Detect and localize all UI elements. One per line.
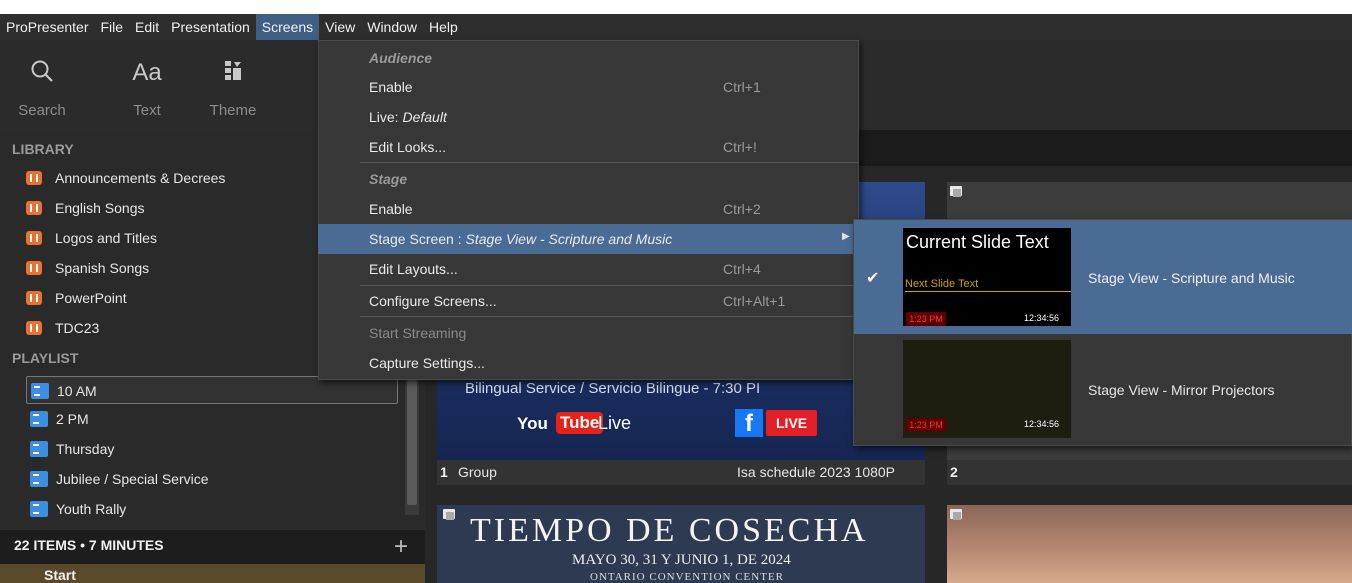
playlist-item[interactable]: Thursday (26, 435, 398, 463)
youtube-logo-you: You (517, 414, 548, 433)
preview-clock-red: 1:23 PM (906, 418, 946, 432)
slide-1-group: Group (458, 464, 497, 480)
library-folder-icon (26, 201, 42, 216)
search-icon (2, 58, 82, 88)
playlist-summary: 22 ITEMS • 7 MINUTES (14, 537, 164, 553)
youtube-live-text: Live (598, 413, 632, 433)
menu-edit-layouts[interactable]: Edit Layouts... Ctrl+4 (318, 254, 859, 284)
playlist-scrollbar-thumb[interactable] (407, 380, 417, 505)
shortcut-label: Ctrl+Alt+1 (723, 293, 786, 309)
top-strip (0, 0, 1352, 14)
playlist-item[interactable]: Youth Rally (26, 495, 398, 523)
menu-live-look[interactable]: Live: Default (318, 102, 859, 132)
slide-thumbnail-4[interactable] (947, 505, 1352, 583)
slide-2-number: 2 (950, 464, 958, 480)
library-folder-icon (26, 231, 42, 246)
menu-presentation[interactable]: Presentation (165, 14, 256, 40)
menu-screens[interactable]: Screens (255, 14, 320, 40)
slide-1-title: Isa schedule 2023 1080P (737, 464, 896, 480)
menu-separator (360, 162, 858, 163)
menu-start-streaming[interactable]: Start Streaming (318, 318, 859, 348)
facebook-live-badge: LIVE (766, 410, 818, 436)
image-icon (950, 509, 962, 520)
slide-3-title: TIEMPO DE COSECHA (470, 512, 869, 549)
menu-edit[interactable]: Edit (129, 14, 165, 40)
menu-stage-screen[interactable]: Stage Screen : Stage View - Scripture an… (318, 224, 859, 254)
playlist-icon (31, 383, 49, 400)
theme-icon (193, 58, 273, 88)
preview-timer: 12:34:56 (1024, 419, 1060, 429)
image-icon (950, 186, 962, 197)
library-folder-icon (26, 291, 42, 306)
text-icon: Aa (132, 59, 162, 86)
library-item[interactable]: TDC23 (26, 313, 99, 343)
playlist-item[interactable]: 10 AM (26, 376, 398, 404)
submenu-label-mirror-projectors: Stage View - Mirror Projectors (1088, 382, 1275, 398)
menu-propresenter[interactable]: ProPresenter (0, 14, 94, 40)
playlist-icon (30, 441, 48, 458)
preview-divider (905, 291, 1071, 292)
playlist-icon (30, 471, 48, 488)
library-item[interactable]: PowerPoint (26, 283, 127, 313)
shortcut-label: Ctrl+1 (723, 79, 761, 95)
checkmark-icon: ✔ (866, 270, 880, 287)
menu-separator (360, 316, 858, 317)
menu-header-stage: Stage (369, 171, 408, 187)
submenu-label-scripture-music: Stage View - Scripture and Music (1088, 270, 1295, 286)
library-folder-icon (26, 321, 42, 336)
search-tool-button[interactable]: Search (2, 40, 82, 130)
menu-view[interactable]: View (319, 14, 361, 40)
playlist-icon (30, 501, 48, 518)
playlist-item[interactable]: Jubilee / Special Service (26, 465, 398, 493)
facebook-icon: f (735, 409, 763, 437)
theme-tool-label: Theme (209, 102, 257, 119)
menu-help[interactable]: Help (423, 14, 464, 40)
slide-1-number: 1 (440, 464, 448, 480)
menu-file[interactable]: File (94, 14, 129, 40)
menu-stage-enable[interactable]: Enable Ctrl+2 (318, 194, 859, 224)
shortcut-label: Ctrl+! (723, 139, 757, 155)
preview-timer: 12:34:56 (1024, 313, 1060, 323)
start-label: Start (44, 567, 76, 583)
library-item[interactable]: English Songs (26, 193, 145, 223)
theme-tool-button[interactable]: Theme (193, 40, 273, 130)
library-item[interactable]: Logos and Titles (26, 223, 157, 253)
menu-audience-enable[interactable]: Enable Ctrl+1 (318, 72, 859, 102)
youtube-logo-tube: Tube (556, 412, 604, 434)
slide-1-service-text: Bilingual Service / Servicio Bilingue - … (465, 380, 761, 397)
slide-3-venue: ONTARIO CONVENTION CENTER (590, 571, 784, 583)
library-folder-icon (26, 261, 42, 276)
library-item[interactable]: Announcements & Decrees (26, 163, 225, 193)
menu-window[interactable]: Window (361, 14, 423, 40)
library-folder-icon (26, 171, 42, 186)
slide-3-date: MAYO 30, 31 Y JUNIO 1, DE 2024 (572, 552, 791, 568)
menu-capture-settings[interactable]: Capture Settings... (318, 348, 859, 378)
menu-edit-looks[interactable]: Edit Looks... Ctrl+! (318, 132, 859, 162)
preview-clock-red: 1:23 PM (906, 312, 946, 326)
submenu-arrow-icon: ▶ (842, 231, 850, 242)
shortcut-label: Ctrl+2 (723, 201, 761, 217)
menu-header-audience: Audience (369, 50, 433, 66)
shortcut-label: Ctrl+4 (723, 261, 761, 277)
image-icon (443, 509, 455, 520)
slide-2-caption (947, 460, 1352, 485)
preview-next-slide-text: Next Slide Text (905, 278, 979, 290)
library-item[interactable]: Spanish Songs (26, 253, 149, 283)
add-item-button[interactable]: + (388, 530, 414, 564)
preview-current-slide-text: Current Slide Text (906, 232, 1049, 252)
menubar: ProPresenter File Edit Presentation Scre… (0, 14, 1352, 40)
text-tool-label: Text (133, 102, 161, 119)
menu-configure-screens[interactable]: Configure Screens... Ctrl+Alt+1 (318, 286, 859, 316)
playlist-icon (30, 411, 48, 428)
search-tool-label: Search (18, 102, 66, 119)
text-tool-button[interactable]: Aa Text (107, 40, 187, 130)
playlist-item[interactable]: 2 PM (26, 405, 398, 433)
